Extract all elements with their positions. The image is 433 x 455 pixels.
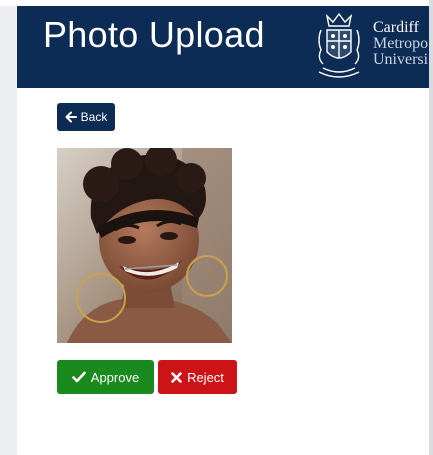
university-name-line3: Universi [373,51,429,68]
university-name-line2: Metropo [373,35,429,52]
back-button[interactable]: Back [57,103,115,131]
uploaded-photo [57,148,232,343]
university-name-line1: Cardiff [373,19,419,36]
close-icon [171,371,182,383]
university-logo: Cardiff Metropo Universi [313,10,429,82]
page-header: Photo Upload Cardiff Metropo Universi [17,6,429,88]
portrait-photo-image [57,148,232,343]
arrow-left-icon [65,111,77,123]
check-icon [71,371,86,383]
approve-button[interactable]: Approve [57,360,154,394]
crest-icon [318,12,360,78]
university-name: Cardiff Metropo Universi [373,20,428,68]
reject-button[interactable]: Reject [158,360,237,394]
approve-button-label: Approve [90,369,140,385]
reject-button-label: Reject [187,369,224,385]
main-content: Back Approve Reject [17,88,429,455]
back-button-label: Back [80,110,108,124]
page-title: Photo Upload [43,14,265,55]
window-edge [429,0,433,455]
